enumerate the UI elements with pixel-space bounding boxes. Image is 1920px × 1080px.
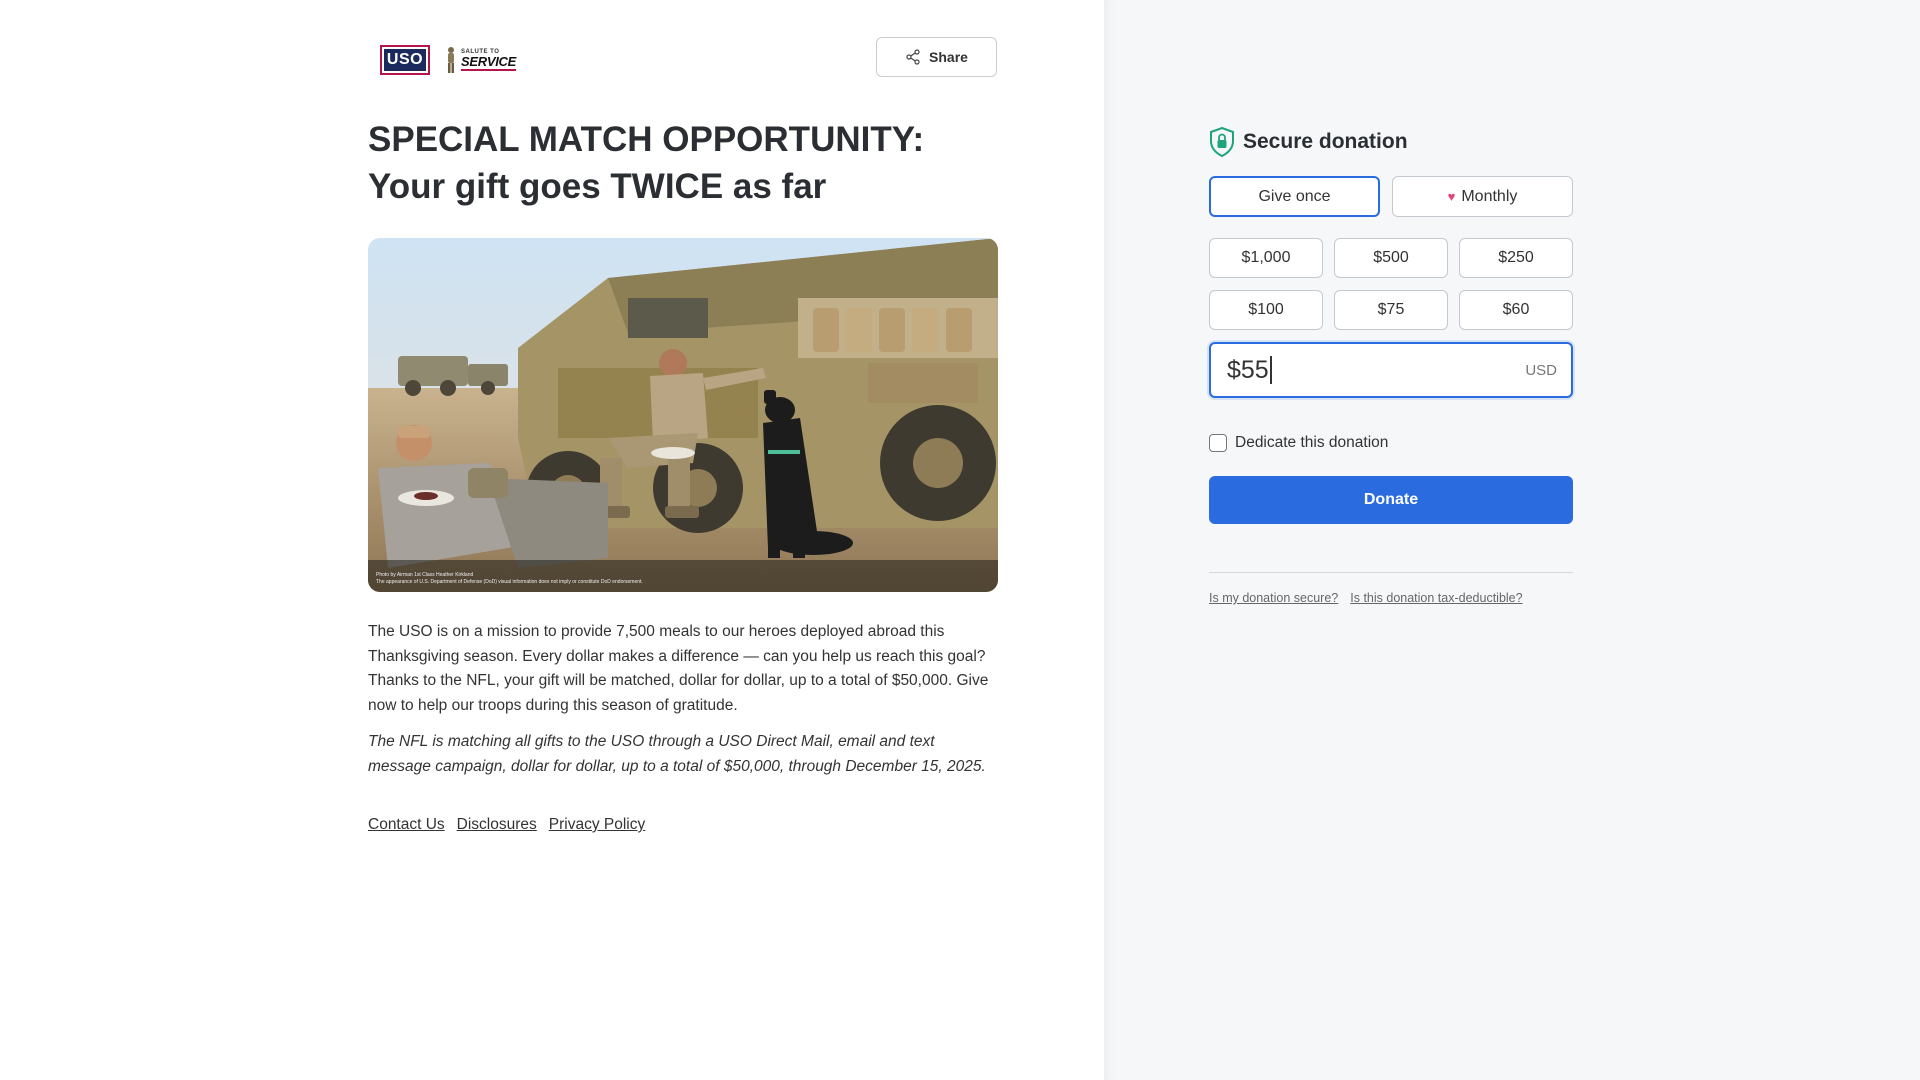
photo-credit-line-2: The appearance of U.S. Department of Def… <box>376 579 643 585</box>
disclosures-link[interactable]: Disclosures <box>457 816 537 834</box>
share-button-label: Share <box>929 49 968 65</box>
amount-button-100[interactable]: $100 <box>1209 290 1323 330</box>
secure-donation-heading: Secure donation <box>1209 126 1573 158</box>
custom-amount-value: $55 <box>1227 356 1272 384</box>
uso-logo: USO <box>380 45 430 75</box>
secure-donation-title: Secure donation <box>1243 130 1408 153</box>
donation-form: Secure donation Give once ♥ Monthly $1,0… <box>1209 126 1573 605</box>
share-icon <box>906 49 920 65</box>
shield-lock-icon <box>1210 127 1234 157</box>
logo-underline <box>461 69 516 71</box>
donate-button[interactable]: Donate <box>1209 476 1573 524</box>
contact-us-link[interactable]: Contact Us <box>368 816 445 834</box>
footer-links: Contact Us Disclosures Privacy Policy <box>368 816 645 834</box>
amount-button-250[interactable]: $250 <box>1459 238 1573 278</box>
salute-to-service-logo: SALUTE TO SERVICE <box>444 44 516 76</box>
amount-button-500[interactable]: $500 <box>1334 238 1448 278</box>
page-title-line-1: SPECIAL MATCH OPPORTUNITY: <box>368 120 925 159</box>
donation-help-links: Is my donation secure? Is this donation … <box>1209 591 1573 605</box>
hero-photo: Photo by Airman 1st Class Heather Kirkla… <box>368 238 998 592</box>
description-paragraph: The USO is on a mission to provide 7,500… <box>368 623 989 714</box>
page-title: SPECIAL MATCH OPPORTUNITY: Your gift goe… <box>368 116 1008 210</box>
dedicate-checkbox[interactable] <box>1209 434 1227 452</box>
amount-button-60[interactable]: $60 <box>1459 290 1573 330</box>
heart-icon: ♥ <box>1447 189 1456 204</box>
donate-button-label: Donate <box>1363 491 1419 508</box>
soldier-figure-icon <box>448 47 454 73</box>
campaign-panel: USO SALUTE TO SERVICE Share SPECIAL MATC… <box>0 0 1104 1080</box>
frequency-toggle: Give once ♥ Monthly <box>1209 176 1573 217</box>
dedicate-label: Dedicate this donation <box>1235 434 1389 451</box>
custom-amount-input[interactable]: $55 USD <box>1209 342 1573 398</box>
donation-secure-link[interactable]: Is my donation secure? <box>1209 591 1338 605</box>
hero-photo-illustration: Photo by Airman 1st Class Heather Kirkla… <box>368 238 998 592</box>
amount-button-1000[interactable]: $1,000 <box>1209 238 1323 278</box>
monthly-button[interactable]: ♥ Monthly <box>1392 176 1573 217</box>
photo-credit-line-1: Photo by Airman 1st Class Heather Kirkla… <box>376 572 473 578</box>
logo-group: USO SALUTE TO SERVICE <box>380 44 516 76</box>
amount-button-75[interactable]: $75 <box>1334 290 1448 330</box>
dedicate-option[interactable]: Dedicate this donation <box>1209 434 1573 452</box>
give-once-button[interactable]: Give once <box>1209 176 1380 217</box>
campaign-description: The USO is on a mission to provide 7,500… <box>368 620 998 791</box>
match-disclaimer: The NFL is matching all gifts to the USO… <box>368 733 986 775</box>
uso-logo-text: USO <box>384 49 426 71</box>
page-title-line-2: Your gift goes TWICE as far <box>368 167 827 206</box>
monthly-label: Monthly <box>1461 187 1518 205</box>
share-button[interactable]: Share <box>876 37 997 77</box>
give-once-label: Give once <box>1258 187 1331 205</box>
currency-label: USD <box>1525 361 1557 379</box>
privacy-policy-link[interactable]: Privacy Policy <box>549 816 645 834</box>
preset-amounts: $1,000 $500 $250 $100 $75 $60 <box>1209 238 1573 330</box>
tax-deductible-link[interactable]: Is this donation tax-deductible? <box>1350 591 1522 605</box>
divider <box>1209 572 1573 573</box>
logo-service-text: SERVICE <box>461 54 516 69</box>
